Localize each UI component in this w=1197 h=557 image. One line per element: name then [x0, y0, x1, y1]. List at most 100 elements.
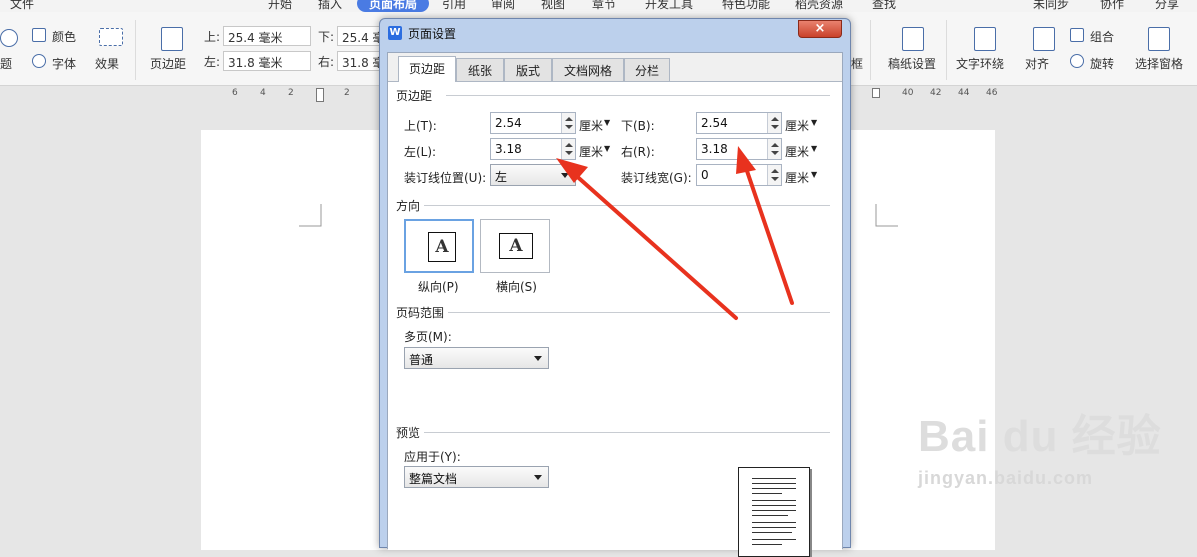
- section-divider: [446, 95, 830, 96]
- group-button[interactable]: 组合: [1090, 28, 1114, 45]
- ribbon-top-label: 上:: [204, 30, 221, 44]
- tab-view[interactable]: 视图: [541, 0, 565, 12]
- ribbon-left-label: 左:: [204, 55, 221, 69]
- gutter-width-value[interactable]: 0: [701, 168, 709, 182]
- margins-icon[interactable]: [161, 27, 183, 51]
- gutter-position-select[interactable]: 左: [490, 164, 576, 186]
- rotate-button[interactable]: 旋转: [1090, 55, 1114, 72]
- right-indent-marker[interactable]: [872, 88, 880, 98]
- bottom-margin-value[interactable]: 2.54: [701, 116, 728, 130]
- right-margin-value[interactable]: 3.18: [701, 142, 728, 156]
- spinner-arrows[interactable]: [561, 139, 575, 159]
- dialog-titlebar[interactable]: W 页面设置 ×: [380, 19, 850, 47]
- gutter-width-unit[interactable]: 厘米: [785, 169, 809, 186]
- spinner-arrows[interactable]: [561, 113, 575, 133]
- share-button[interactable]: 分享: [1155, 0, 1179, 12]
- tab-review[interactable]: 审阅: [491, 0, 515, 12]
- tab-sections[interactable]: 章节: [592, 0, 616, 12]
- wps-writer-icon: W: [388, 26, 402, 40]
- spinner-arrows[interactable]: [767, 113, 781, 133]
- align-icon[interactable]: [1033, 27, 1055, 51]
- left-margin-value[interactable]: 3.18: [495, 142, 522, 156]
- manuscript-icon[interactable]: [902, 27, 924, 51]
- ribbon-top-margin-input[interactable]: 25.4 毫米: [223, 26, 311, 46]
- tab-layout[interactable]: 版式: [504, 58, 552, 81]
- ruler-tick: 44: [958, 88, 970, 98]
- search-button[interactable]: 查找: [872, 0, 896, 12]
- tab-docer[interactable]: 稻壳资源: [795, 0, 843, 12]
- top-margin-unit[interactable]: 厘米: [579, 117, 603, 134]
- page-preview: [738, 467, 810, 557]
- fonts-button[interactable]: 字体: [52, 55, 76, 72]
- align-button[interactable]: 对齐: [1025, 55, 1049, 72]
- preview-section-title: 预览: [396, 426, 421, 440]
- apply-to-select[interactable]: 整篇文档: [404, 466, 549, 488]
- sync-status[interactable]: 未同步: [1033, 0, 1069, 12]
- preview-line: [752, 544, 782, 545]
- preview-line: [752, 478, 796, 479]
- top-margin-spinner[interactable]: 2.54: [490, 112, 576, 134]
- top-margin-value[interactable]: 2.54: [495, 116, 522, 130]
- tab-developer[interactable]: 开发工具: [645, 0, 693, 12]
- close-button[interactable]: ×: [798, 20, 842, 38]
- landscape-button[interactable]: A: [480, 219, 550, 273]
- select-pane-icon[interactable]: [1148, 27, 1170, 51]
- rotate-icon[interactable]: [1070, 54, 1084, 68]
- effects-icon[interactable]: [99, 28, 123, 46]
- tab-page-layout[interactable]: 页面布局: [357, 0, 430, 12]
- page-border-button[interactable]: 框: [851, 55, 863, 72]
- ruler-tick: 2: [344, 88, 350, 98]
- left-margin-label: 左(L):: [404, 145, 437, 159]
- group-icon[interactable]: [1070, 28, 1084, 42]
- multiple-pages-select[interactable]: 普通: [404, 347, 549, 369]
- bottom-margin-unit[interactable]: 厘米: [785, 117, 809, 134]
- spinner-arrows[interactable]: [767, 165, 781, 185]
- unit-dropdown-arrow-icon[interactable]: ▼: [811, 170, 817, 179]
- preview-line: [752, 505, 796, 506]
- text-wrap-button[interactable]: 文字环绕: [956, 55, 1004, 72]
- portrait-label[interactable]: 纵向(P): [418, 278, 459, 295]
- collab-button[interactable]: 协作: [1100, 0, 1124, 12]
- tab-columns[interactable]: 分栏: [624, 58, 670, 81]
- tab-references[interactable]: 引用: [442, 0, 466, 12]
- tab-margins[interactable]: 页边距: [398, 56, 456, 82]
- colors-icon[interactable]: [32, 28, 46, 42]
- tab-insert[interactable]: 插入: [318, 0, 342, 12]
- fonts-icon[interactable]: [32, 54, 46, 68]
- colors-button[interactable]: 颜色: [52, 28, 76, 45]
- ribbon-left-margin-input[interactable]: 31.8 毫米: [223, 51, 311, 71]
- select-pane-button[interactable]: 选择窗格: [1135, 55, 1183, 72]
- unit-dropdown-arrow-icon[interactable]: ▼: [604, 144, 610, 153]
- left-margin-spinner[interactable]: 3.18: [490, 138, 576, 160]
- chevron-down-icon: [534, 475, 542, 480]
- gutter-width-label: 装订线宽(G):: [621, 171, 692, 185]
- right-margin-unit[interactable]: 厘米: [785, 143, 809, 160]
- indent-marker[interactable]: [316, 88, 324, 102]
- unit-dropdown-arrow-icon[interactable]: ▼: [604, 118, 610, 127]
- unit-dropdown-arrow-icon[interactable]: ▼: [811, 118, 817, 127]
- theme-button-label[interactable]: 题: [0, 55, 12, 72]
- file-menu[interactable]: 文件: [10, 0, 34, 12]
- ribbon-bottom-label: 下:: [318, 30, 335, 44]
- page-range-section-title: 页码范围: [396, 306, 445, 320]
- right-margin-label: 右(R):: [621, 145, 655, 159]
- left-margin-unit[interactable]: 厘米: [579, 143, 603, 160]
- ribbon-divider: [135, 20, 136, 80]
- manuscript-button[interactable]: 稿纸设置: [888, 55, 936, 72]
- effects-button[interactable]: 效果: [95, 55, 119, 72]
- spinner-arrows[interactable]: [767, 139, 781, 159]
- margins-button[interactable]: 页边距: [150, 55, 186, 72]
- landscape-label[interactable]: 横向(S): [496, 278, 537, 295]
- margin-corner-mark: [299, 204, 322, 227]
- text-wrap-icon[interactable]: [974, 27, 996, 51]
- theme-icon[interactable]: [0, 29, 18, 47]
- gutter-width-spinner[interactable]: 0: [696, 164, 782, 186]
- right-margin-spinner[interactable]: 3.18: [696, 138, 782, 160]
- tab-paper[interactable]: 纸张: [456, 58, 504, 81]
- unit-dropdown-arrow-icon[interactable]: ▼: [811, 144, 817, 153]
- bottom-margin-spinner[interactable]: 2.54: [696, 112, 782, 134]
- portrait-button[interactable]: A: [404, 219, 474, 273]
- tab-home[interactable]: 开始: [268, 0, 292, 12]
- tab-special[interactable]: 特色功能: [722, 0, 770, 12]
- tab-document-grid[interactable]: 文档网格: [552, 58, 624, 81]
